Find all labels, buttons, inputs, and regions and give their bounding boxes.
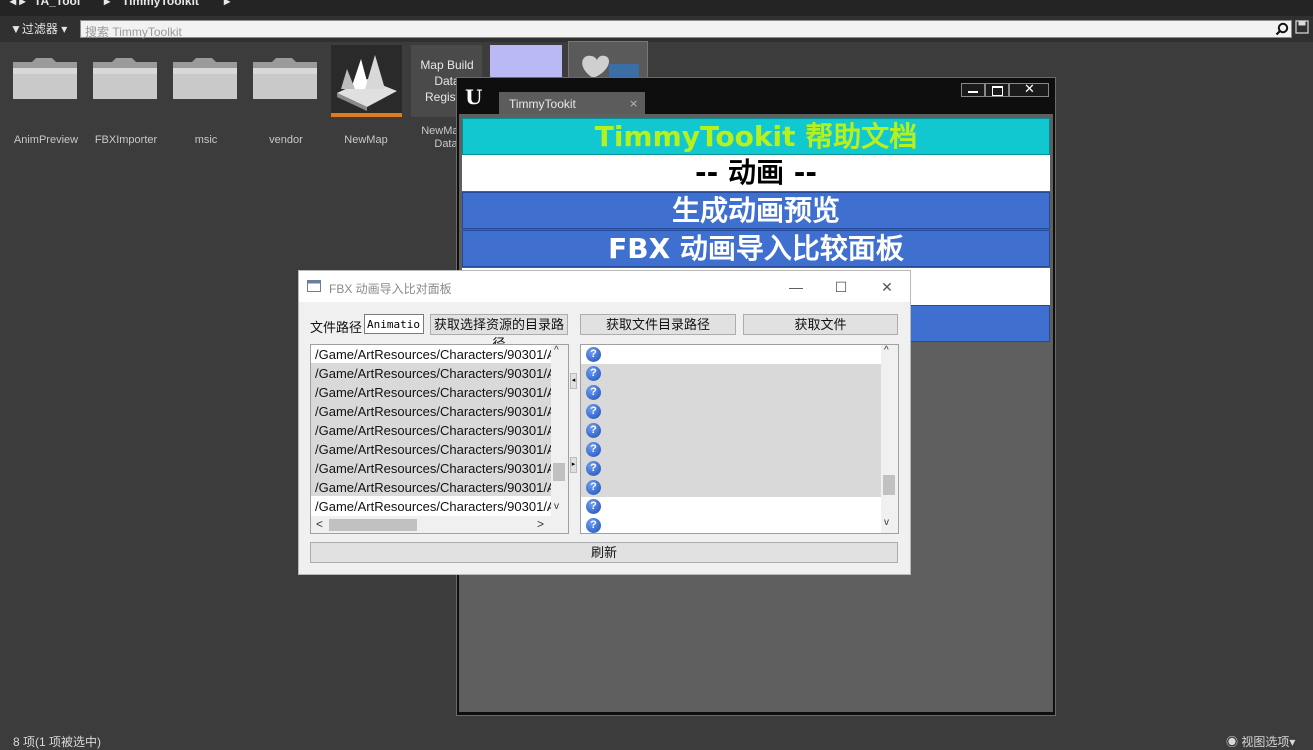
list-item[interactable]: ? (581, 364, 881, 383)
folder-icon (13, 58, 77, 99)
minimize-icon (968, 91, 978, 93)
question-icon: ? (586, 404, 601, 419)
compare-status-list[interactable]: ? ? ? ? ? ? ? ? ? ? ^ v (580, 344, 899, 534)
close-button[interactable]: ✕ (1009, 82, 1049, 97)
scroll-thumb[interactable] (553, 463, 565, 481)
folder-icon (253, 58, 317, 99)
filter-bar: ▼过滤器 ▾ (0, 16, 1313, 42)
scroll-up-icon[interactable]: ^ (554, 345, 559, 356)
get-file-dir-button[interactable]: 获取文件目录路径 (580, 314, 736, 335)
unreal-logo-icon: U (465, 85, 483, 109)
list-item[interactable]: /Game/ArtResources/Characters/90301/A (315, 497, 553, 516)
folder-icon (93, 58, 157, 99)
search-input[interactable] (81, 24, 1259, 40)
question-icon: ? (586, 347, 601, 362)
dialog-minimize-icon[interactable]: — (781, 275, 811, 299)
get-selected-asset-dir-button[interactable]: 获取选择资源的目录路径 (430, 314, 568, 351)
minimize-button[interactable] (961, 83, 985, 97)
vertical-scrollbar[interactable]: ^ v (551, 345, 568, 516)
question-icon: ? (586, 499, 601, 514)
question-icon: ? (586, 461, 601, 476)
list-item[interactable]: ? (581, 459, 881, 478)
asset-folder-msic[interactable]: msic (170, 42, 242, 152)
generate-anim-preview-button[interactable]: 生成动画预览 (462, 192, 1050, 229)
list-item[interactable]: /Game/ArtResources/Characters/90301/A (315, 440, 553, 459)
splitter-left-arrow-icon[interactable]: ◂ (570, 373, 577, 389)
list-item[interactable]: /Game/ArtResources/Characters/90301/A (315, 459, 553, 478)
vertical-scrollbar[interactable]: ^ v (881, 345, 898, 533)
animation-section-header: -- 动画 -- (462, 155, 1050, 191)
filter-button[interactable]: ▼过滤器 ▾ (10, 20, 67, 38)
fbx-compare-dialog: FBX 动画导入比对面板 — ☐ ✕ 文件路径 获取选择资源的目录路径 获取文件… (298, 270, 911, 575)
list-item[interactable]: ? (581, 478, 881, 497)
search-box[interactable] (80, 20, 1292, 40)
search-icon[interactable] (1275, 22, 1289, 36)
list-item[interactable]: ? (581, 497, 881, 516)
help-doc-button[interactable]: TimmyTookit 帮助文档 (462, 118, 1050, 155)
list-item[interactable]: ? (581, 440, 881, 459)
dialog-maximize-icon[interactable]: ☐ (826, 275, 856, 299)
tab-close-icon[interactable]: × (629, 97, 638, 110)
list-item[interactable]: /Game/ArtResources/Characters/90301/A (315, 402, 553, 421)
scroll-thumb[interactable] (883, 475, 895, 495)
list-item[interactable]: ? (581, 383, 881, 402)
breadcrumb-timmytoolkit[interactable]: TimmyToolkit (122, 0, 199, 8)
scroll-up-icon[interactable]: ^ (884, 345, 889, 356)
list-item[interactable]: ? (581, 345, 881, 364)
save-icon[interactable] (1295, 20, 1309, 34)
asset-label: FBXImporter (94, 134, 158, 146)
dialog-close-icon[interactable]: ✕ (872, 275, 902, 299)
asset-folder-fbximporter[interactable]: FBXImporter (90, 42, 162, 152)
folder-icon (173, 58, 237, 99)
top-breadcrumb-bar: ◂ ▸ TA_Tool ▸ TimmyToolkit ▸ (0, 0, 1313, 16)
asset-label: vendor (269, 134, 303, 146)
question-icon: ? (586, 423, 601, 438)
map-thumbnail-icon (331, 45, 402, 117)
get-file-button[interactable]: 获取文件 (743, 314, 898, 335)
list-item[interactable]: /Game/ArtResources/Characters/90301/A (315, 383, 553, 402)
question-icon: ? (586, 442, 601, 457)
breadcrumb-ta-tool[interactable]: TA_Tool (34, 0, 80, 8)
asset-folder-animpreview[interactable]: AnimPreview (10, 42, 82, 152)
dialog-title: FBX 动画导入比对面板 (329, 282, 452, 296)
splitter-right-arrow-icon[interactable]: ▸ (570, 457, 577, 473)
list-item[interactable]: /Game/ArtResources/Characters/90301/A (315, 364, 553, 383)
question-icon: ? (586, 480, 601, 495)
scroll-down-icon[interactable]: v (884, 517, 889, 528)
tab-timmytookit[interactable]: TimmyTookit (499, 92, 645, 116)
list-item[interactable]: /Game/ArtResources/Characters/90301/A (315, 421, 553, 440)
asset-path-list[interactable]: /Game/ArtResources/Characters/90301/A /G… (310, 344, 569, 534)
list-item[interactable]: /Game/ArtResources/Characters/90301/A (315, 478, 553, 497)
fbx-import-compare-button[interactable]: FBX 动画导入比较面板 (462, 230, 1050, 267)
view-options-button[interactable]: ◉ 视图选项▾ (1226, 733, 1295, 750)
refresh-button[interactable]: 刷新 (310, 542, 898, 563)
asset-label: msic (194, 134, 218, 146)
breadcrumb-separator-icon: ▸ (104, 0, 111, 8)
maximize-button[interactable] (985, 83, 1009, 97)
list-item[interactable]: /Game/ArtResources/Characters/90301/A (315, 345, 553, 364)
question-icon: ? (586, 385, 601, 400)
asset-label: AnimPreview (13, 134, 79, 146)
asset-map-newmap[interactable]: NewMap (330, 42, 402, 152)
list-item[interactable]: ? (581, 402, 881, 421)
list-item[interactable]: ? (581, 516, 881, 533)
question-icon: ? (586, 518, 601, 533)
maximize-icon (992, 86, 1003, 96)
horizontal-scrollbar[interactable]: < > (311, 516, 568, 533)
list-item[interactable]: ? (581, 421, 881, 440)
scroll-down-icon[interactable]: v (554, 501, 559, 512)
scroll-left-icon[interactable]: < (316, 517, 323, 531)
breadcrumb-chevron-icon[interactable]: ▸ (224, 0, 230, 8)
app-window-icon (307, 280, 321, 292)
asset-folder-vendor[interactable]: vendor (250, 42, 322, 152)
breadcrumb-arrow-icon[interactable]: ◂ ▸ (10, 0, 25, 8)
horizontal-scroll-thumb[interactable] (329, 519, 417, 531)
file-path-label: 文件路径 (310, 320, 363, 335)
close-icon: ✕ (1024, 82, 1035, 97)
scroll-right-icon[interactable]: > (537, 517, 544, 531)
asset-label: NewMap (344, 134, 388, 146)
status-count: 8 项(1 项被选中) (13, 735, 102, 749)
question-icon: ? (586, 366, 601, 381)
file-path-input[interactable] (364, 314, 424, 334)
